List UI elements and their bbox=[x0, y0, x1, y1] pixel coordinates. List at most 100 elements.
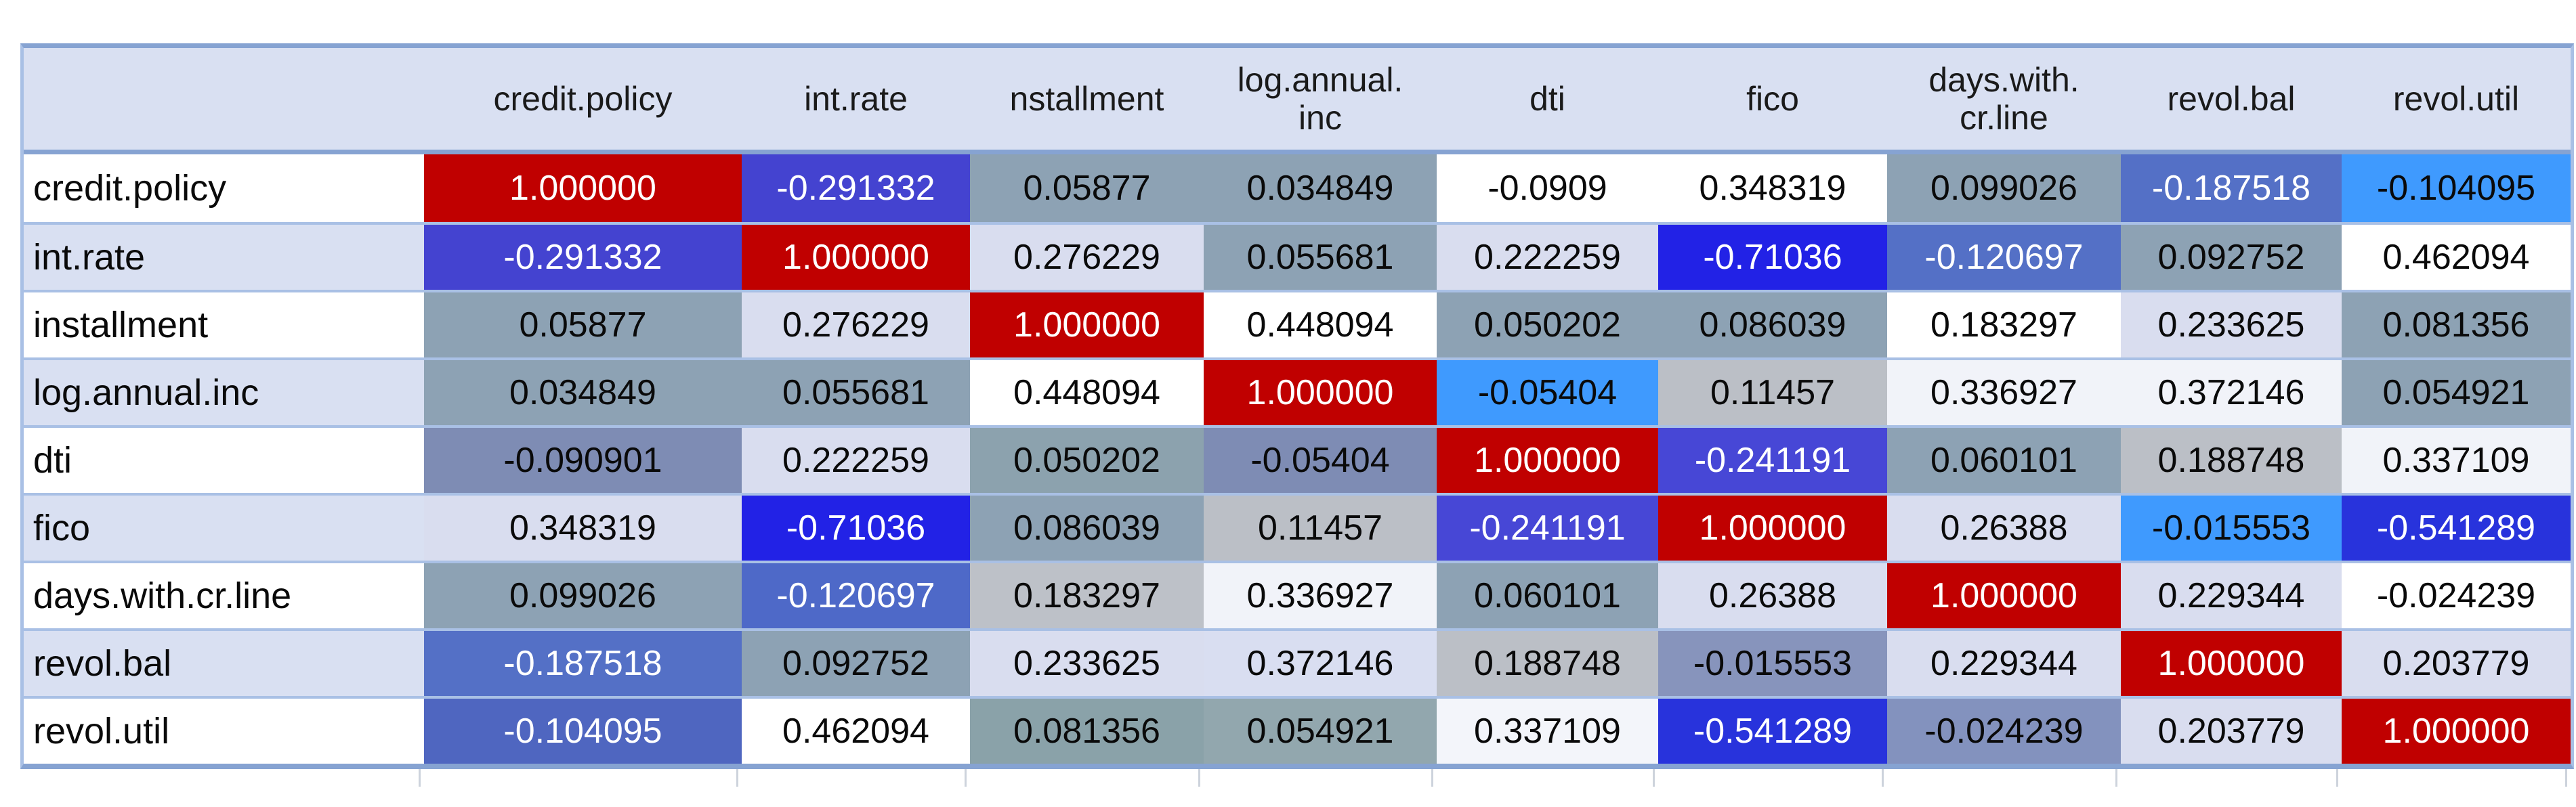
matrix-cell[interactable]: -0.104095 bbox=[424, 699, 742, 764]
matrix-cell[interactable]: 0.054921 bbox=[1204, 699, 1437, 764]
matrix-cell[interactable]: 0.183297 bbox=[970, 563, 1204, 628]
matrix-cell[interactable]: -0.187518 bbox=[424, 631, 742, 696]
matrix-cell[interactable]: 0.050202 bbox=[970, 428, 1204, 493]
matrix-cell[interactable]: 0.233625 bbox=[2121, 292, 2342, 357]
matrix-cell[interactable]: 0.372146 bbox=[1204, 631, 1437, 696]
matrix-cell[interactable]: 0.05877 bbox=[424, 292, 742, 357]
matrix-cell[interactable]: 1.000000 bbox=[1204, 360, 1437, 425]
matrix-cell[interactable]: 1.000000 bbox=[1437, 428, 1658, 493]
matrix-cell[interactable]: 0.050202 bbox=[1437, 292, 1658, 357]
matrix-cell[interactable]: 0.11457 bbox=[1658, 360, 1887, 425]
column-header-revol-bal[interactable]: revol.bal bbox=[2121, 48, 2342, 150]
matrix-cell[interactable]: 0.348319 bbox=[424, 496, 742, 561]
matrix-cell[interactable]: 0.26388 bbox=[1887, 496, 2121, 561]
matrix-cell[interactable]: 0.092752 bbox=[2121, 225, 2342, 290]
matrix-cell[interactable]: 0.229344 bbox=[1887, 631, 2121, 696]
row-label-revol-bal[interactable]: revol.bal bbox=[24, 631, 424, 696]
matrix-cell[interactable]: 0.099026 bbox=[1887, 154, 2121, 222]
row-label-fico[interactable]: fico bbox=[24, 496, 424, 561]
matrix-cell[interactable]: 0.336927 bbox=[1887, 360, 2121, 425]
matrix-cell[interactable]: -0.104095 bbox=[2342, 154, 2571, 222]
matrix-cell[interactable]: -0.024239 bbox=[2342, 563, 2571, 628]
matrix-cell[interactable]: 0.203779 bbox=[2342, 631, 2571, 696]
matrix-cell[interactable]: 0.336927 bbox=[1204, 563, 1437, 628]
matrix-cell[interactable]: 0.183297 bbox=[1887, 292, 2121, 357]
column-header-nstallment[interactable]: nstallment bbox=[970, 48, 1204, 150]
column-header-dti[interactable]: dti bbox=[1437, 48, 1658, 150]
matrix-cell[interactable]: 0.086039 bbox=[970, 496, 1204, 561]
matrix-cell[interactable]: -0.015553 bbox=[2121, 496, 2342, 561]
matrix-cell[interactable]: 0.055681 bbox=[742, 360, 970, 425]
matrix-cell[interactable]: 0.348319 bbox=[1658, 154, 1887, 222]
matrix-cell[interactable]: 0.081356 bbox=[970, 699, 1204, 764]
matrix-cell[interactable]: 0.229344 bbox=[2121, 563, 2342, 628]
matrix-cell[interactable]: -0.015553 bbox=[1658, 631, 1887, 696]
matrix-cell[interactable]: 0.337109 bbox=[1437, 699, 1658, 764]
matrix-cell[interactable]: -0.541289 bbox=[2342, 496, 2571, 561]
matrix-cell[interactable]: -0.541289 bbox=[1658, 699, 1887, 764]
matrix-cell[interactable]: 1.000000 bbox=[742, 225, 970, 290]
matrix-cell[interactable]: 0.462094 bbox=[2342, 225, 2571, 290]
matrix-cell[interactable]: 1.000000 bbox=[2121, 631, 2342, 696]
corner-cell[interactable] bbox=[24, 48, 424, 150]
matrix-cell[interactable]: -0.05404 bbox=[1204, 428, 1437, 493]
row-label-days-with-cr-line[interactable]: days.with.cr.line bbox=[24, 563, 424, 628]
matrix-cell[interactable]: -0.120697 bbox=[742, 563, 970, 628]
matrix-cell[interactable]: 0.448094 bbox=[1204, 292, 1437, 357]
matrix-cell[interactable]: 0.099026 bbox=[424, 563, 742, 628]
matrix-cell[interactable]: 1.000000 bbox=[1658, 496, 1887, 561]
matrix-cell[interactable]: 1.000000 bbox=[1887, 563, 2121, 628]
matrix-cell[interactable]: -0.71036 bbox=[742, 496, 970, 561]
matrix-cell[interactable]: 0.054921 bbox=[2342, 360, 2571, 425]
matrix-cell[interactable]: 0.055681 bbox=[1204, 225, 1437, 290]
matrix-cell[interactable]: 0.05877 bbox=[970, 154, 1204, 222]
matrix-cell[interactable]: 0.233625 bbox=[970, 631, 1204, 696]
row-label-installment[interactable]: installment bbox=[24, 292, 424, 357]
matrix-cell[interactable]: -0.71036 bbox=[1658, 225, 1887, 290]
matrix-cell[interactable]: 0.337109 bbox=[2342, 428, 2571, 493]
matrix-cell[interactable]: 0.448094 bbox=[970, 360, 1204, 425]
matrix-cell[interactable]: 1.000000 bbox=[970, 292, 1204, 357]
matrix-cell[interactable]: 0.086039 bbox=[1658, 292, 1887, 357]
matrix-cell[interactable]: 1.000000 bbox=[2342, 699, 2571, 764]
column-header-fico[interactable]: fico bbox=[1658, 48, 1887, 150]
matrix-cell[interactable]: 0.222259 bbox=[1437, 225, 1658, 290]
matrix-cell[interactable]: 1.000000 bbox=[424, 154, 742, 222]
matrix-cell[interactable]: -0.0909 bbox=[1437, 154, 1658, 222]
matrix-cell[interactable]: -0.05404 bbox=[1437, 360, 1658, 425]
matrix-cell[interactable]: -0.090901 bbox=[424, 428, 742, 493]
column-header-log-annual-inc[interactable]: log.annual. inc bbox=[1204, 48, 1437, 150]
matrix-cell[interactable]: -0.241191 bbox=[1437, 496, 1658, 561]
row-label-revol-util[interactable]: revol.util bbox=[24, 699, 424, 764]
matrix-cell[interactable]: 0.222259 bbox=[742, 428, 970, 493]
matrix-cell[interactable]: 0.462094 bbox=[742, 699, 970, 764]
matrix-cell[interactable]: 0.060101 bbox=[1887, 428, 2121, 493]
matrix-cell[interactable]: 0.372146 bbox=[2121, 360, 2342, 425]
matrix-cell[interactable]: 0.092752 bbox=[742, 631, 970, 696]
matrix-cell[interactable]: 0.081356 bbox=[2342, 292, 2571, 357]
column-header-int-rate[interactable]: int.rate bbox=[742, 48, 970, 150]
matrix-cell[interactable]: -0.291332 bbox=[742, 154, 970, 222]
row-label-int-rate[interactable]: int.rate bbox=[24, 225, 424, 290]
row-label-dti[interactable]: dti bbox=[24, 428, 424, 493]
matrix-cell[interactable]: 0.11457 bbox=[1204, 496, 1437, 561]
column-header-revol-util[interactable]: revol.util bbox=[2342, 48, 2571, 150]
matrix-cell[interactable]: -0.024239 bbox=[1887, 699, 2121, 764]
matrix-cell[interactable]: 0.26388 bbox=[1658, 563, 1887, 628]
matrix-cell[interactable]: -0.120697 bbox=[1887, 225, 2121, 290]
matrix-cell[interactable]: 0.276229 bbox=[970, 225, 1204, 290]
column-header-days-with-cr-line[interactable]: days.with. cr.line bbox=[1887, 48, 2121, 150]
matrix-cell[interactable]: -0.241191 bbox=[1658, 428, 1887, 493]
row-label-log-annual-inc[interactable]: log.annual.inc bbox=[24, 360, 424, 425]
matrix-cell[interactable]: -0.187518 bbox=[2121, 154, 2342, 222]
matrix-cell[interactable]: 0.203779 bbox=[2121, 699, 2342, 764]
matrix-cell[interactable]: 0.188748 bbox=[2121, 428, 2342, 493]
matrix-cell[interactable]: 0.188748 bbox=[1437, 631, 1658, 696]
row-label-credit-policy[interactable]: credit.policy bbox=[24, 154, 424, 222]
matrix-cell[interactable]: 0.060101 bbox=[1437, 563, 1658, 628]
column-header-credit-policy[interactable]: credit.policy bbox=[424, 48, 742, 150]
matrix-cell[interactable]: 0.276229 bbox=[742, 292, 970, 357]
matrix-cell[interactable]: 0.034849 bbox=[1204, 154, 1437, 222]
matrix-cell[interactable]: 0.034849 bbox=[424, 360, 742, 425]
matrix-cell[interactable]: -0.291332 bbox=[424, 225, 742, 290]
